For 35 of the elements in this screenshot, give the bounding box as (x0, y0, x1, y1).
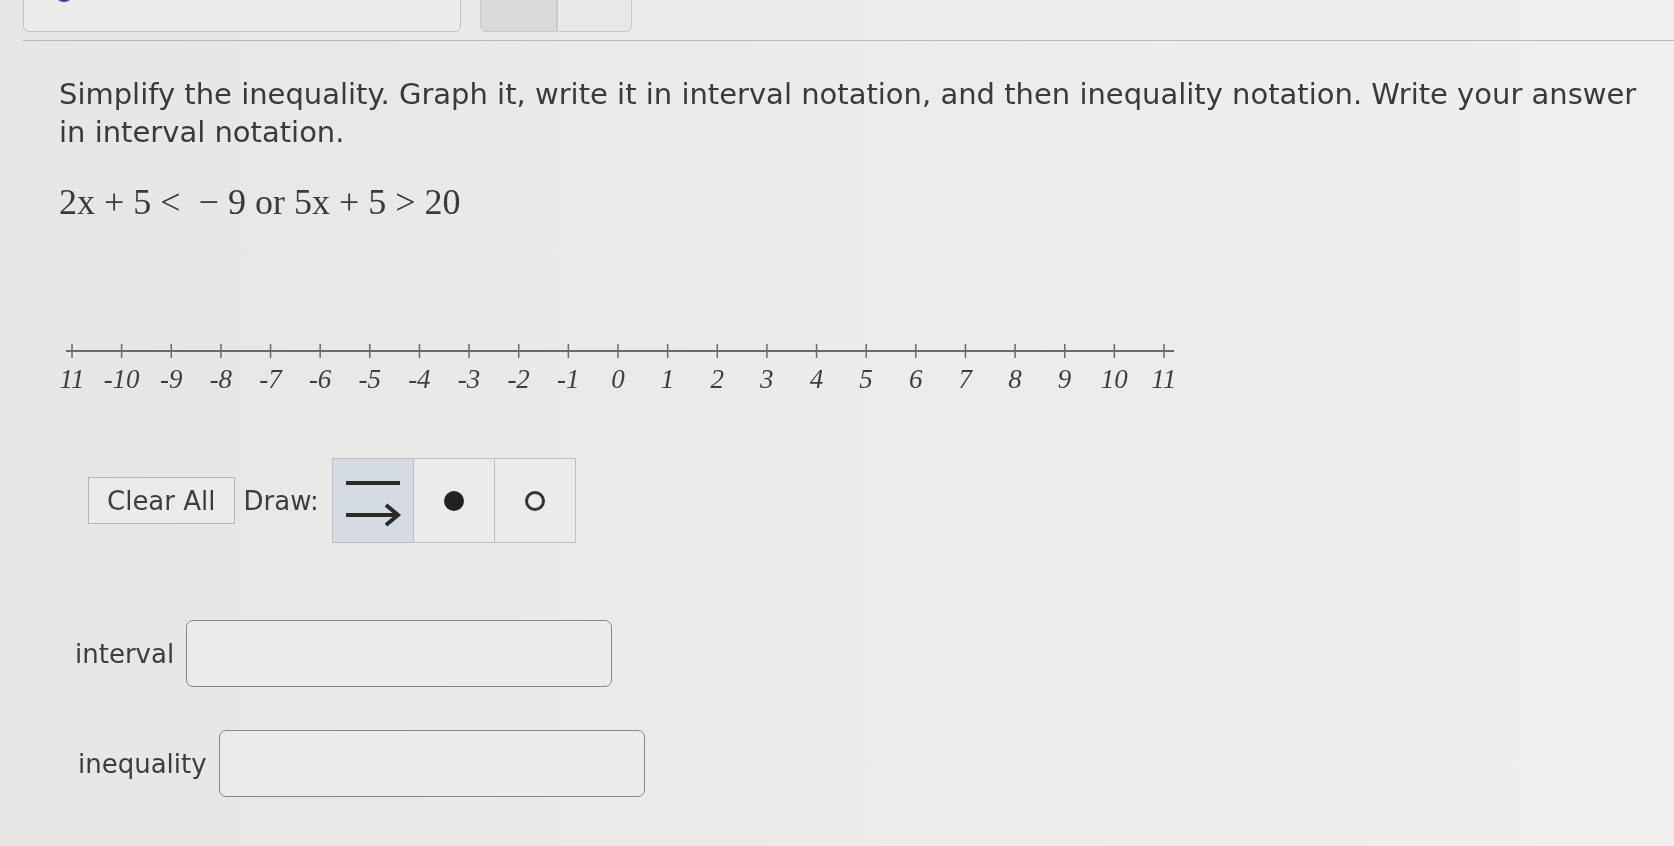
draw-label: Draw: (243, 485, 319, 516)
tick-label: 10 (1099, 364, 1129, 394)
tick-label: -9 (159, 364, 184, 394)
draw-tool-button[interactable] (331, 458, 414, 543)
tick-label: -8 (208, 364, 234, 394)
answer-field[interactable] (186, 620, 613, 687)
tick-label: 6 (907, 364, 924, 394)
clear-all-button[interactable]: Clear All (88, 477, 235, 524)
tick-label: -2 (506, 364, 531, 394)
open-circle-icon (523, 489, 546, 512)
question-prompt: Simplify the inequality. Graph it, write it in interval notation, and then inequality notation. Write your answer in interval notation. (59, 76, 1638, 151)
tick-label: 7 (957, 364, 974, 394)
tick-label: 11 (58, 364, 86, 394)
inequality-expression: 2x + 5 < − 9 or 5x + 5 > 20 (59, 181, 461, 223)
tick-label: 3 (759, 364, 775, 394)
draw-tool-button[interactable] (412, 458, 495, 543)
answer-field[interactable] (218, 730, 645, 797)
tick-label: -3 (456, 364, 482, 394)
tick-label: 2 (709, 364, 725, 394)
filled-dot-icon (442, 489, 465, 512)
tick-label: -4 (407, 364, 432, 394)
tick-label: 1 (659, 364, 676, 394)
tick-label: -1 (556, 364, 581, 394)
tick-label: 8 (1007, 364, 1023, 394)
tick-label: -6 (307, 364, 333, 394)
tick-label: 0 (610, 364, 626, 394)
answer-label: interval (75, 638, 175, 669)
tick-label: -7 (258, 364, 284, 394)
tick-label: 4 (808, 364, 825, 394)
tick-label: -5 (357, 364, 382, 394)
tick-label: 9 (1056, 364, 1073, 394)
tick-label: 5 (858, 364, 874, 394)
answer-label: inequality (78, 748, 207, 779)
tick-label: -10 (102, 364, 141, 394)
tick-label: 11 (1150, 364, 1178, 394)
